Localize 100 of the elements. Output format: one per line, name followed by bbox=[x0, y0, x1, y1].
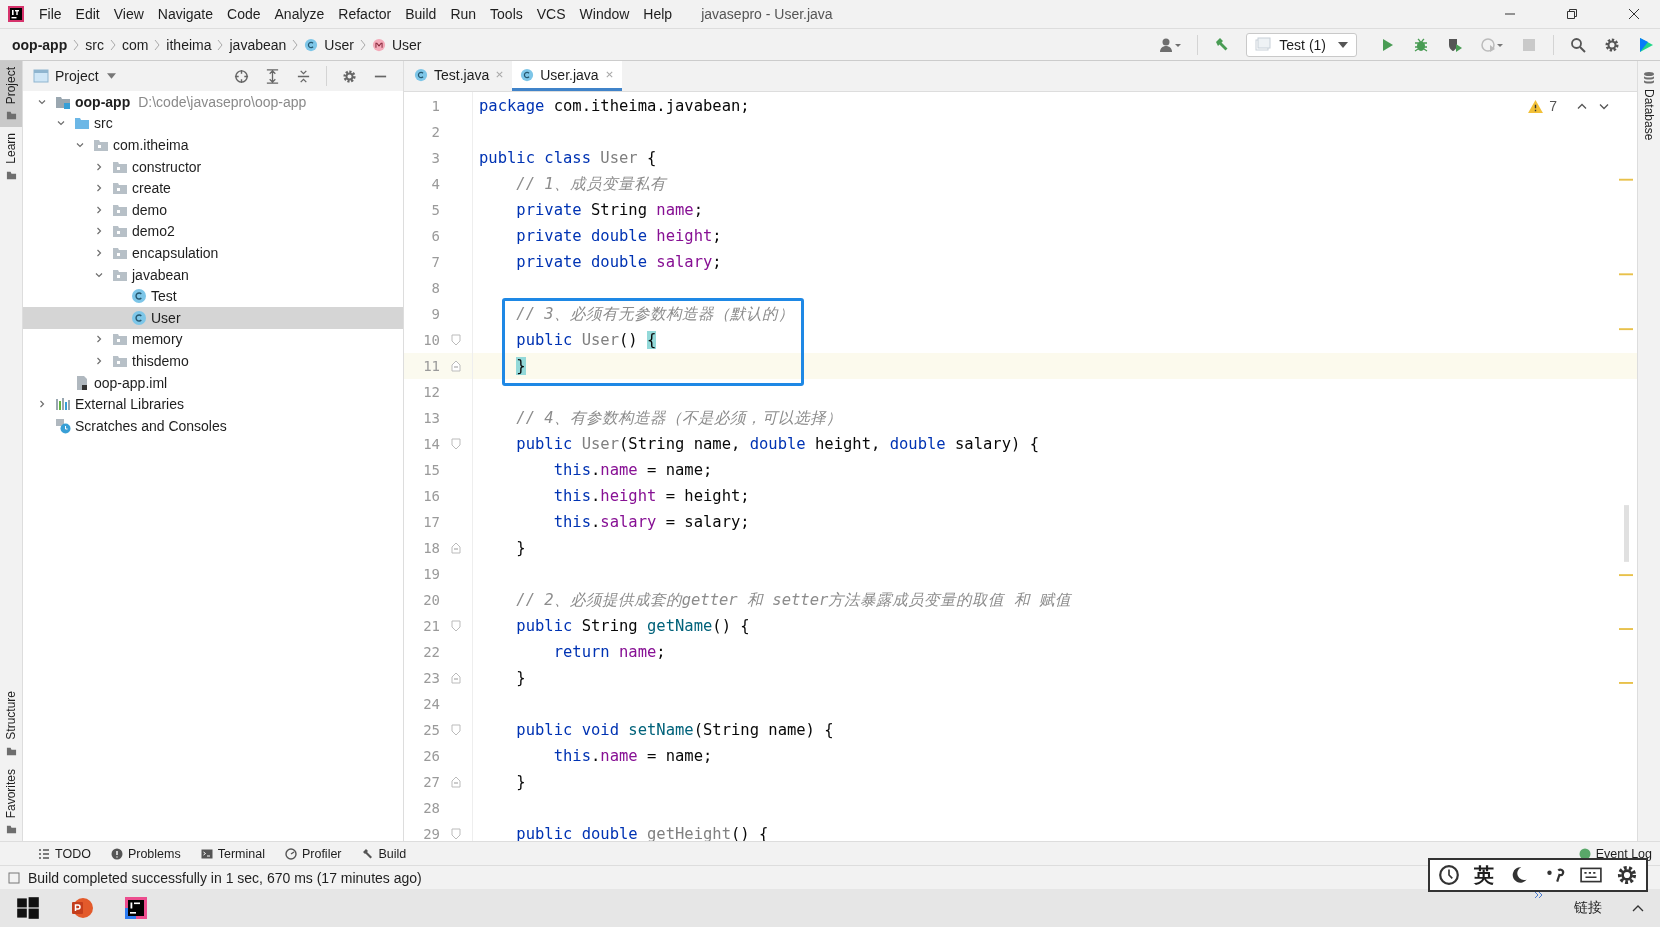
menu-item[interactable]: Code bbox=[220, 3, 268, 25]
menu-item[interactable]: View bbox=[106, 3, 151, 25]
menu-item[interactable]: File bbox=[32, 3, 69, 25]
search-icon[interactable] bbox=[1570, 36, 1586, 53]
tree-item[interactable]: Test bbox=[23, 285, 403, 307]
input-method-logo-icon[interactable] bbox=[1438, 864, 1460, 886]
tree-item[interactable]: demo bbox=[23, 198, 403, 221]
settings-icon[interactable] bbox=[1616, 864, 1638, 886]
close-icon[interactable] bbox=[1628, 8, 1640, 20]
breadcrumb-item[interactable]: javabean bbox=[229, 36, 287, 53]
locate-icon[interactable] bbox=[234, 68, 249, 84]
tree-item[interactable]: External Libraries bbox=[23, 393, 403, 415]
database-icon[interactable] bbox=[1643, 71, 1655, 85]
fold-icon[interactable] bbox=[451, 828, 461, 840]
debug-icon[interactable] bbox=[1413, 36, 1429, 53]
warning-icon[interactable] bbox=[1528, 99, 1544, 113]
tree-item[interactable]: encapsulation bbox=[23, 242, 403, 264]
chevron-down-icon[interactable] bbox=[1599, 102, 1609, 110]
tree-item[interactable]: oop-app.iml bbox=[23, 371, 403, 394]
breadcrumb-item[interactable]: User bbox=[391, 36, 422, 53]
menu-item[interactable]: Edit bbox=[68, 3, 107, 25]
fold-end-icon[interactable] bbox=[451, 776, 461, 788]
breadcrumb-item[interactable]: oop-app bbox=[12, 36, 68, 53]
breadcrumb-item[interactable]: com bbox=[121, 36, 149, 53]
tree-item[interactable]: User bbox=[23, 306, 403, 329]
chevron-right-icon[interactable] bbox=[94, 161, 104, 172]
fold-end-icon[interactable] bbox=[451, 360, 461, 372]
restore-icon[interactable] bbox=[1566, 8, 1578, 20]
tool-window-tab[interactable]: Database bbox=[1642, 89, 1656, 141]
menu-item[interactable]: Run bbox=[443, 3, 484, 25]
fold-icon[interactable] bbox=[451, 334, 461, 346]
chevron-right-icon[interactable] bbox=[37, 399, 47, 410]
panel-toggle-icon[interactable] bbox=[8, 871, 20, 884]
profile-icon[interactable] bbox=[1481, 36, 1503, 53]
chevron-up-icon[interactable] bbox=[1577, 102, 1587, 110]
chevron-right-icon[interactable] bbox=[94, 226, 104, 237]
settings-icon[interactable] bbox=[1604, 36, 1620, 53]
editor-tab[interactable]: Test.java bbox=[406, 61, 513, 91]
tool-tab[interactable]: TODO bbox=[30, 846, 99, 861]
tool-window-tab[interactable]: Project bbox=[0, 61, 22, 128]
tree-item[interactable]: src bbox=[23, 112, 403, 135]
editor-tab[interactable]: User.java bbox=[512, 61, 622, 91]
caret-icon[interactable] bbox=[106, 73, 116, 79]
tree-item[interactable]: thisdemo bbox=[23, 350, 403, 372]
plugin-logo-icon[interactable] bbox=[1638, 36, 1654, 53]
input-mode-toggle[interactable]: 英 bbox=[1474, 861, 1494, 889]
breadcrumb-item[interactable]: src bbox=[85, 36, 104, 53]
tool-tab[interactable]: Profiler bbox=[276, 846, 350, 861]
menu-item[interactable]: VCS bbox=[529, 3, 573, 25]
tool-tab[interactable]: Problems bbox=[102, 846, 189, 861]
tool-window-tab[interactable]: Structure bbox=[0, 684, 22, 763]
code-line: this.name = name; bbox=[552, 461, 713, 479]
fold-end-icon[interactable] bbox=[451, 542, 461, 554]
user-icon[interactable] bbox=[1159, 36, 1182, 53]
menu-item[interactable]: Window bbox=[572, 3, 637, 25]
fold-end-icon[interactable] bbox=[451, 672, 461, 684]
tray-label[interactable]: 链接 bbox=[1574, 899, 1602, 917]
tool-tab[interactable]: Build bbox=[353, 846, 415, 861]
chevron-right-icon[interactable] bbox=[94, 204, 104, 215]
presentation-app-icon[interactable] bbox=[70, 896, 94, 920]
warning-count[interactable]: 7 bbox=[1549, 98, 1557, 114]
tree-item[interactable]: javabean bbox=[23, 263, 403, 286]
chevron-up-icon[interactable] bbox=[1632, 904, 1644, 912]
fold-icon[interactable] bbox=[451, 620, 461, 632]
panel-title[interactable]: Project bbox=[55, 68, 99, 84]
ide-app-icon[interactable] bbox=[124, 896, 148, 920]
chevron-down-icon[interactable] bbox=[75, 140, 85, 150]
menu-item[interactable]: Refactor bbox=[331, 3, 399, 25]
menu-item[interactable]: Build bbox=[398, 3, 444, 25]
menu-item[interactable]: Analyze bbox=[267, 3, 332, 25]
hammer-icon[interactable] bbox=[1214, 36, 1231, 53]
tree-item[interactable]: demo2 bbox=[23, 220, 403, 243]
fold-icon[interactable] bbox=[451, 724, 461, 736]
run-configuration-dropdown[interactable]: Test (1) bbox=[1246, 32, 1357, 57]
chevron-right-icon[interactable] bbox=[94, 183, 104, 194]
tree-item[interactable]: com.itheima bbox=[23, 134, 403, 156]
line-number: 13 bbox=[422, 410, 440, 426]
tree-item[interactable]: oop-app D:\code\javasepro\oop-app bbox=[23, 91, 403, 113]
coverage-icon[interactable] bbox=[1447, 36, 1463, 53]
tree-item[interactable]: constructor bbox=[23, 155, 403, 178]
tree-item[interactable]: memory bbox=[23, 328, 403, 351]
breadcrumb-item[interactable]: User bbox=[324, 36, 354, 53]
tool-window-tab[interactable]: Favorites bbox=[0, 762, 22, 841]
tool-window-tab[interactable]: Learn bbox=[0, 127, 22, 188]
collapse-all-icon[interactable] bbox=[296, 68, 311, 84]
breadcrumb-item[interactable]: itheima bbox=[166, 36, 212, 53]
double-chevron-icon[interactable] bbox=[1534, 891, 1544, 899]
menu-item[interactable]: Help bbox=[636, 3, 680, 25]
expand-all-icon[interactable] bbox=[265, 68, 280, 84]
menu-item[interactable]: Tools bbox=[483, 3, 530, 25]
start-icon[interactable] bbox=[16, 896, 40, 920]
tool-tab[interactable]: Terminal bbox=[192, 846, 273, 861]
class-icon bbox=[131, 309, 147, 326]
tree-item[interactable]: create bbox=[23, 177, 403, 199]
tree-item[interactable]: Scratches and Consoles bbox=[23, 414, 403, 437]
fold-icon[interactable] bbox=[451, 438, 461, 450]
chevron-right-icon[interactable] bbox=[94, 334, 104, 345]
chevron-right-icon[interactable] bbox=[94, 355, 104, 366]
menu-item[interactable]: Navigate bbox=[150, 3, 221, 25]
chevron-right-icon[interactable] bbox=[94, 247, 104, 258]
